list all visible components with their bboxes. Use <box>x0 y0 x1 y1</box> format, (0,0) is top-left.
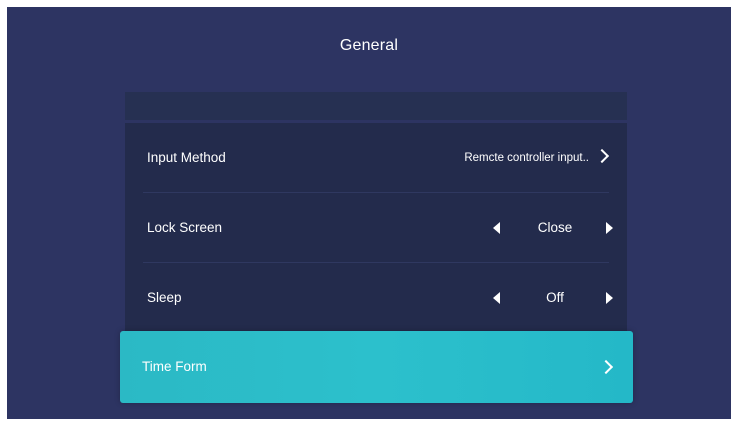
setting-row-input-method[interactable]: Input Method Remcte controller input.. <box>125 123 627 193</box>
time-form-label: Time Form <box>142 359 207 374</box>
sleep-value: Off <box>546 290 564 305</box>
list-top-placeholder <box>125 92 627 120</box>
settings-screen: General Input Method Remcte controller i… <box>7 7 731 419</box>
sleep-label: Sleep <box>147 290 182 305</box>
chevron-right-icon[interactable] <box>594 148 610 164</box>
triangle-right-icon[interactable] <box>606 292 613 304</box>
triangle-left-icon[interactable] <box>493 292 500 304</box>
triangle-right-icon[interactable] <box>606 222 613 234</box>
chevron-right-icon[interactable] <box>598 359 614 375</box>
input-method-label: Input Method <box>147 150 226 165</box>
page-title: General <box>339 37 399 54</box>
setting-row-lock-screen[interactable]: Lock Screen Close <box>125 193 627 263</box>
lock-screen-label: Lock Screen <box>147 220 223 235</box>
input-method-value: Remcte controller input.. <box>464 152 589 164</box>
setting-row-time-form[interactable]: Time Form <box>120 331 633 403</box>
triangle-left-icon[interactable] <box>493 222 500 234</box>
lock-screen-value: Close <box>537 220 573 235</box>
